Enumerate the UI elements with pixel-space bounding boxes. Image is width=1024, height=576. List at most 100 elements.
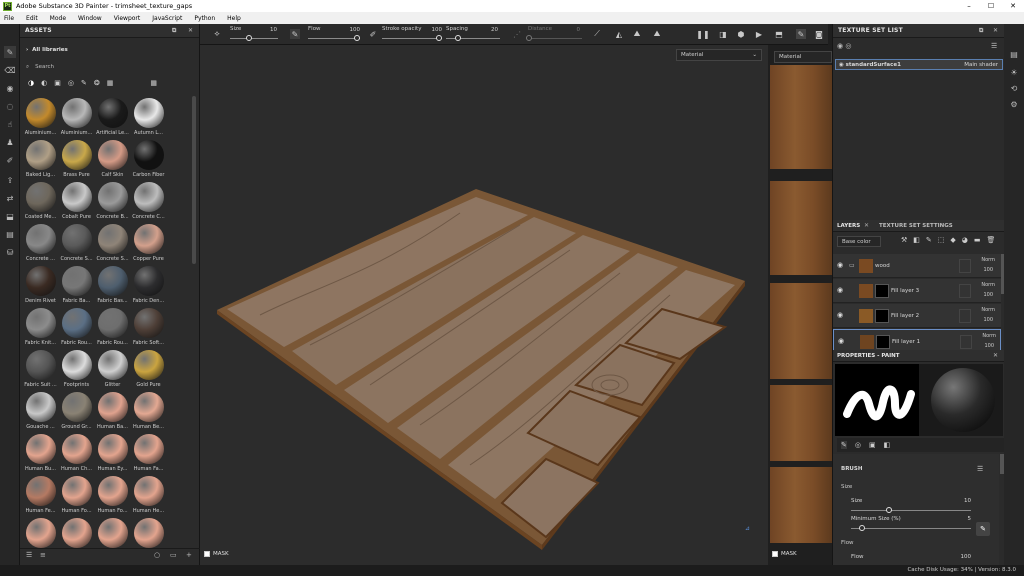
add-paint-layer-icon[interactable]: ✎ [926, 236, 932, 244]
material-thumbnail[interactable]: Concrete C... [132, 182, 165, 220]
add-icon[interactable]: + [186, 551, 192, 559]
layer-mask-slot[interactable] [959, 284, 971, 298]
pen-pressure-icon[interactable]: ✐ [368, 29, 378, 39]
settings-icon[interactable]: ⚙ [1008, 98, 1020, 110]
material-thumbnail[interactable]: Copper Pure [132, 224, 165, 262]
lazy-mouse-icon[interactable]: ⋰ [512, 29, 522, 39]
blend-mode[interactable]: Norm [972, 333, 996, 339]
geometry-icon[interactable]: ⛁ [4, 246, 16, 258]
texture-set-icon[interactable]: ▤ [1008, 48, 1020, 60]
material-thumbnail[interactable]: Concrete ... [24, 224, 57, 262]
texture-set-row[interactable]: ◉ standardSurface1 Main shader [835, 59, 1003, 70]
display-settings-icon[interactable]: ◨ [718, 29, 728, 39]
history-icon[interactable]: ⟲ [1008, 82, 1020, 94]
grid-view-icon[interactable]: ▦ [150, 79, 157, 87]
screenshot-icon[interactable]: ◙ [814, 29, 824, 39]
layer-row[interactable]: ◉ ▭ wood Norm 100 [833, 254, 1001, 278]
brush-filter-icon[interactable]: ✎ [81, 79, 87, 87]
material-thumbnail[interactable]: Carbon Fiber [132, 140, 165, 178]
menu-help[interactable]: Help [227, 15, 241, 22]
material-thumbnail[interactable]: Concrete S... [60, 224, 93, 262]
material-thumbnail[interactable]: Human Fe... [24, 476, 57, 514]
eye-icon[interactable]: ◉ [837, 287, 845, 294]
material-thumbnail[interactable]: Denim Rivet [24, 266, 57, 304]
material-thumbnail[interactable]: Concrete B... [96, 182, 129, 220]
brush-tab-icon[interactable]: ✎ [841, 441, 847, 449]
stencil-tab-icon[interactable]: ◧ [884, 441, 891, 449]
brush-size-handle[interactable] [886, 507, 892, 513]
material-thumbnail[interactable]: Fabric Knit... [24, 308, 57, 346]
material-tab-icon[interactable]: ◎ [855, 441, 861, 449]
video-icon[interactable]: ▶ [754, 29, 764, 39]
stroke-opacity-slider[interactable] [382, 38, 442, 39]
close-panel-icon[interactable]: ✕ [188, 27, 193, 34]
distance-slider-handle[interactable] [526, 35, 532, 41]
library-selector[interactable]: › All libraries [26, 47, 68, 53]
viewport-3d[interactable]: Material ⌄ ⊿ MASK [200, 45, 768, 565]
minimize-icon[interactable]: – [958, 0, 980, 12]
material-thumbnail[interactable]: Human He... [132, 476, 165, 514]
min-size-handle[interactable] [859, 525, 865, 531]
view2d-channel-dropdown[interactable]: Material [774, 51, 832, 63]
layer-opacity[interactable]: 100 [972, 343, 994, 349]
material-thumbnail[interactable]: Fabric Rou... [60, 308, 93, 346]
paint-brush-icon[interactable]: ✎ [4, 46, 16, 58]
material-thumbnail[interactable]: Human Bu... [24, 434, 57, 472]
brush-view-icon[interactable]: ✎ [796, 29, 806, 39]
menu-python[interactable]: Python [194, 15, 215, 22]
layer-mask-slot[interactable] [960, 335, 972, 349]
pressure-icon[interactable]: ✎ [290, 29, 300, 39]
material-thumbnail[interactable]: Baked Lig... [24, 140, 57, 178]
distance-slider[interactable] [528, 38, 582, 39]
material-thumbnail[interactable]: Fabric Suit ... [24, 350, 57, 388]
uv-icon[interactable]: ▤ [4, 228, 16, 240]
delete-layer-icon[interactable]: 🗑 [987, 236, 996, 244]
blend-mode[interactable]: Norm [971, 307, 995, 313]
projection-icon[interactable]: ◉ [4, 82, 16, 94]
assets-scrollbar[interactable] [192, 96, 196, 264]
list-icon[interactable]: ☰ [26, 551, 32, 559]
material-thumbnail[interactable]: Autumn L... [132, 98, 165, 136]
float-icon[interactable]: ⧉ [172, 27, 176, 35]
eye-icon[interactable]: ◉ [838, 338, 846, 345]
material-thumbnail[interactable] [60, 518, 93, 550]
material-thumbnail[interactable]: Fabric Soft... [132, 308, 165, 346]
bake-icon[interactable]: ⇪ [4, 174, 16, 186]
add-fill-layer-icon[interactable]: ⬚ [938, 236, 945, 244]
flow-slider[interactable] [308, 38, 360, 39]
material-thumbnail[interactable]: Human Fa... [132, 434, 165, 472]
brush-size-slider[interactable] [851, 510, 971, 511]
menu-file[interactable]: File [4, 15, 14, 22]
viewport-2d[interactable]: Material MASK [768, 45, 832, 565]
eraser-icon[interactable]: ⌫ [4, 64, 16, 76]
shader-name[interactable]: Main shader [964, 62, 998, 68]
material-thumbnail[interactable] [132, 518, 165, 550]
color-picker-icon[interactable]: ✐ [4, 154, 16, 166]
material-thumbnail[interactable]: Artificial Le... [96, 98, 129, 136]
stroke-opacity-handle[interactable] [436, 35, 442, 41]
material-thumbnail[interactable] [96, 518, 129, 550]
textures-filter-icon[interactable]: ▣ [54, 79, 61, 87]
close-icon[interactable]: ✕ [1002, 0, 1024, 12]
material-thumbnail[interactable]: Calf Skin [96, 140, 129, 178]
material-thumbnail[interactable]: Human Fo... [96, 476, 129, 514]
menu-viewport[interactable]: Viewport [114, 15, 141, 22]
all-filter-icon[interactable]: ◑ [28, 79, 34, 87]
spacing-slider-handle[interactable] [455, 35, 461, 41]
cube-icon[interactable]: ⬢ [736, 29, 746, 39]
size-slider-handle[interactable] [246, 35, 252, 41]
material-thumbnail[interactable]: Gouache ... [24, 392, 57, 430]
alpha-tab-icon[interactable]: ▣ [869, 441, 876, 449]
material-thumbnail[interactable]: Brass Pure [60, 140, 93, 178]
material-thumbnail[interactable]: Gold Pure [132, 350, 165, 388]
lighting-icon[interactable]: ⛰ [652, 29, 662, 39]
materials-filter-icon[interactable]: ◐ [41, 79, 47, 87]
material-thumbnail[interactable]: Ground Gr... [60, 392, 93, 430]
material-thumbnail[interactable]: Glitter [96, 350, 129, 388]
environment-filter-icon[interactable]: ▦ [107, 79, 114, 87]
close-panel-icon[interactable]: ✕ [993, 352, 998, 359]
menu-javascript[interactable]: JavaScript [152, 15, 182, 22]
material-thumbnail[interactable]: Human Ba... [96, 392, 129, 430]
material-thumbnail[interactable]: Coated Me... [24, 182, 57, 220]
fill-bucket-icon[interactable]: ◆ [950, 236, 955, 244]
